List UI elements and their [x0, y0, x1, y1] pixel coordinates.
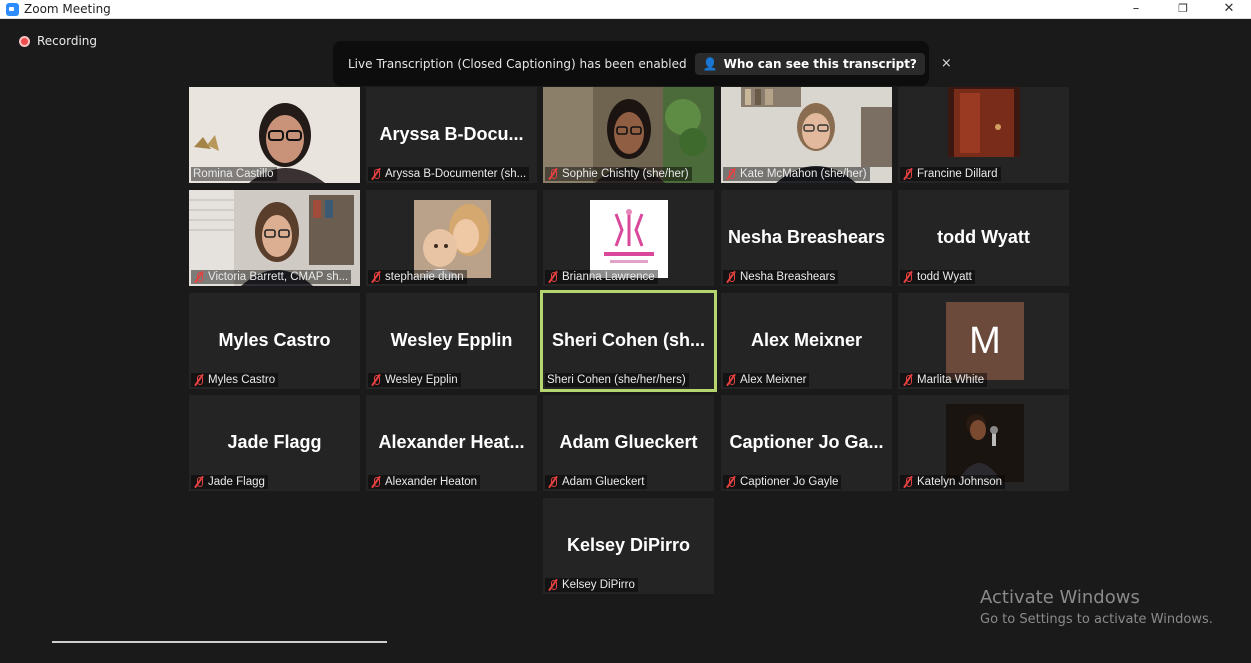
- participant-tile[interactable]: M Marlita White: [898, 293, 1069, 389]
- minimize-button[interactable]: –: [1113, 0, 1159, 19]
- participant-name-label: Alex Meixner: [723, 373, 810, 387]
- title-bar: Zoom Meeting – ❐ ✕: [0, 0, 1251, 19]
- muted-mic-icon: [725, 476, 737, 488]
- participant-tile[interactable]: stephanie dunn: [366, 190, 537, 286]
- recording-label: Recording: [37, 34, 98, 48]
- who-can-see-label: Who can see this transcript?: [723, 56, 917, 71]
- muted-mic-icon: [547, 168, 559, 180]
- participant-tile[interactable]: Romina Castillo: [189, 87, 360, 183]
- participant-name-label: Aryssa B-Documenter (sh...: [368, 167, 530, 181]
- participant-display-name: Alex Meixner: [750, 330, 863, 350]
- participant-name-label: Sheri Cohen (she/her/hers): [545, 373, 689, 387]
- participant-name-label: Jade Flagg: [191, 475, 268, 489]
- participant-name-label: todd Wyatt: [900, 270, 975, 284]
- maximize-button[interactable]: ❐: [1160, 0, 1206, 19]
- muted-mic-icon: [193, 374, 205, 386]
- muted-mic-icon: [370, 476, 382, 488]
- participant-display-name: Captioner Jo Ga...: [729, 432, 884, 452]
- meeting-area: Recording Live Transcription (Closed Cap…: [6, 20, 1251, 663]
- who-can-see-transcript-button[interactable]: 👤 Who can see this transcript?: [694, 52, 925, 75]
- participant-tile[interactable]: Kelsey DiPirro Kelsey DiPirro: [543, 498, 714, 594]
- muted-mic-icon: [725, 271, 737, 283]
- participant-tile[interactable]: Alex Meixner Alex Meixner: [721, 293, 892, 389]
- participant-tile[interactable]: Aryssa B-Docu... Aryssa B-Documenter (sh…: [366, 87, 537, 183]
- muted-mic-icon: [902, 476, 914, 488]
- participant-display-name: Jade Flagg: [227, 432, 322, 452]
- participant-tile[interactable]: Adam Glueckert Adam Glueckert: [543, 395, 714, 491]
- close-window-button[interactable]: ✕: [1206, 0, 1251, 19]
- participant-tile[interactable]: Nesha Breashears Nesha Breashears: [721, 190, 892, 286]
- participant-name-label: Francine Dillard: [900, 167, 1001, 181]
- participant-tile[interactable]: todd Wyatt todd Wyatt: [898, 190, 1069, 286]
- participant-name-label: Captioner Jo Gayle: [723, 475, 842, 489]
- participant-name-label: Adam Glueckert: [545, 475, 648, 489]
- participant-name-label: Victoria Barrett, CMAP sh...: [191, 270, 352, 284]
- participant-avatar: M: [946, 302, 1024, 380]
- participant-display-name: Adam Glueckert: [559, 432, 698, 452]
- participant-tile[interactable]: Captioner Jo Ga... Captioner Jo Gayle: [721, 395, 892, 491]
- window-title: Zoom Meeting: [24, 2, 111, 16]
- muted-mic-icon: [193, 476, 205, 488]
- muted-mic-icon: [902, 374, 914, 386]
- recording-icon: [19, 35, 30, 47]
- participant-tile[interactable]: Wesley Epplin Wesley Epplin: [366, 293, 537, 389]
- watermark-title: Activate Windows: [980, 587, 1140, 608]
- zoom-app-icon: [6, 3, 19, 16]
- muted-mic-icon: [547, 271, 559, 283]
- participant-tile[interactable]: Kate McMahon (she/her): [721, 87, 892, 183]
- transcription-banner: Live Transcription (Closed Captioning) h…: [333, 41, 952, 86]
- bottom-scroll-strip: [52, 641, 387, 643]
- activate-windows-watermark: Activate Windows Go to Settings to activ…: [980, 587, 1213, 627]
- muted-mic-icon: [547, 579, 559, 591]
- participant-name-label: Romina Castillo: [191, 167, 277, 181]
- participant-display-name: todd Wyatt: [937, 227, 1030, 247]
- muted-mic-icon: [193, 271, 205, 283]
- participant-tile[interactable]: Sophie Chishty (she/her): [543, 87, 714, 183]
- participant-tile[interactable]: Francine Dillard: [898, 87, 1069, 183]
- participant-name-label: Brianna Lawrence: [545, 270, 658, 284]
- participant-tile[interactable]: Victoria Barrett, CMAP sh...: [189, 190, 360, 286]
- participant-display-name: Aryssa B-Docu...: [379, 124, 524, 144]
- participant-profile-photo: [946, 404, 1024, 482]
- participant-name-label: Kelsey DiPirro: [545, 578, 638, 592]
- participant-display-name: Alexander Heat...: [378, 432, 525, 452]
- participant-tile[interactable]: Myles Castro Myles Castro: [189, 293, 360, 389]
- active-speaker-tile[interactable]: Sheri Cohen (sh... Sheri Cohen (she/her/…: [540, 290, 717, 392]
- participant-name-label: Myles Castro: [191, 373, 279, 387]
- muted-mic-icon: [370, 374, 382, 386]
- banner-message: Live Transcription (Closed Captioning) h…: [348, 56, 687, 71]
- participant-display-name: Kelsey DiPirro: [566, 535, 691, 555]
- participant-name-label: Alexander Heaton: [368, 475, 481, 489]
- participant-name-label: Kate McMahon (she/her): [723, 167, 870, 181]
- participant-name-label: Wesley Epplin: [368, 373, 461, 387]
- participant-name-label: Marlita White: [900, 373, 988, 387]
- muted-mic-icon: [725, 374, 737, 386]
- participant-name-label: Sophie Chishty (she/her): [545, 167, 692, 181]
- person-info-icon: 👤: [702, 56, 718, 71]
- watermark-subtitle: Go to Settings to activate Windows.: [980, 612, 1213, 627]
- participant-display-name: Wesley Epplin: [390, 330, 513, 350]
- muted-mic-icon: [547, 476, 559, 488]
- participant-tile[interactable]: Jade Flagg Jade Flagg: [189, 395, 360, 491]
- banner-close-button[interactable]: ×: [941, 56, 952, 71]
- recording-indicator[interactable]: Recording: [19, 33, 97, 49]
- participant-tile[interactable]: Katelyn Johnson: [898, 395, 1069, 491]
- participant-name-label: Katelyn Johnson: [900, 475, 1006, 489]
- participant-display-name: Myles Castro: [218, 330, 331, 350]
- participant-tile[interactable]: Alexander Heat... Alexander Heaton: [366, 395, 537, 491]
- muted-mic-icon: [725, 168, 737, 180]
- participant-name-label: stephanie dunn: [368, 270, 467, 284]
- participant-profile-photo: [414, 200, 491, 278]
- participant-tile[interactable]: Brianna Lawrence: [543, 190, 714, 286]
- muted-mic-icon: [902, 168, 914, 180]
- muted-mic-icon: [370, 168, 382, 180]
- muted-mic-icon: [370, 271, 382, 283]
- organization-logo: [590, 200, 668, 278]
- participant-display-name: Sheri Cohen (sh...: [551, 330, 706, 350]
- participant-display-name: Nesha Breashears: [727, 227, 886, 247]
- muted-mic-icon: [902, 271, 914, 283]
- participant-name-label: Nesha Breashears: [723, 270, 839, 284]
